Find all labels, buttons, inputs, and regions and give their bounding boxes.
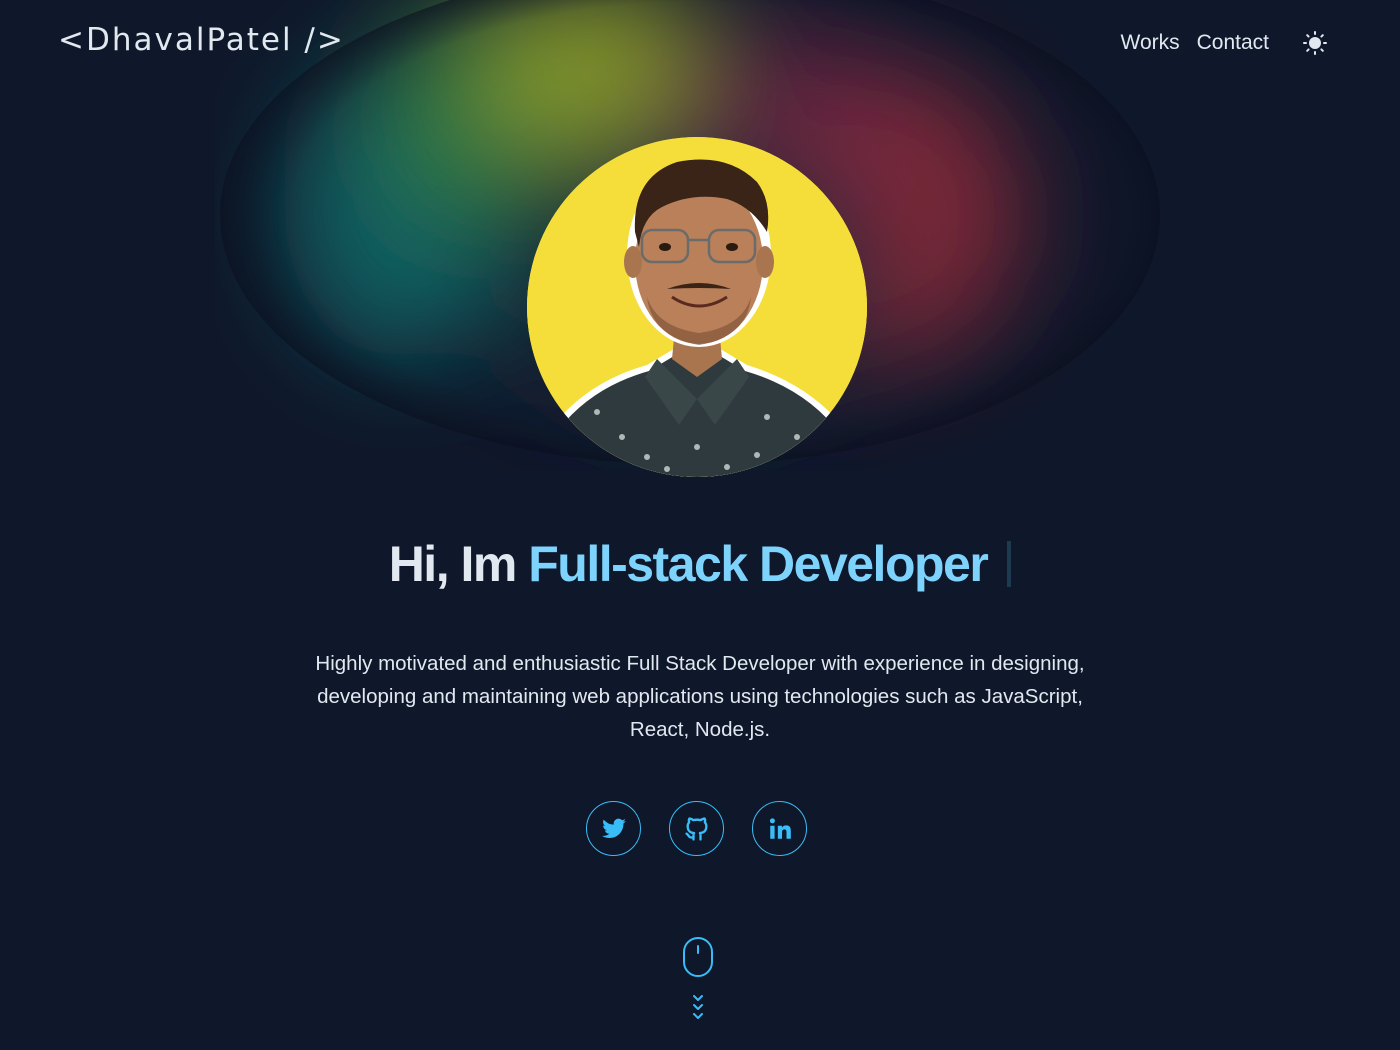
social-links [586, 801, 807, 856]
sun-icon [1303, 31, 1327, 55]
github-link[interactable] [669, 801, 724, 856]
github-icon [684, 816, 707, 841]
linkedin-icon [769, 817, 791, 839]
hero-bio: Highly motivated and enthusiastic Full S… [315, 652, 1085, 741]
nav-link-contact[interactable]: Contact [1197, 31, 1269, 55]
linkedin-link[interactable] [752, 801, 807, 856]
site-header: <DhavalPatel /> Works Contact [0, 0, 1400, 88]
profile-avatar [527, 137, 867, 477]
twitter-link[interactable] [586, 801, 641, 856]
scroll-down-indicator[interactable] [682, 936, 714, 1028]
twitter-icon [601, 818, 626, 838]
hero-headline: Hi, Im Full-stack Developer [0, 535, 1400, 593]
hero-greeting: Hi, Im [388, 536, 529, 592]
typing-cursor [1007, 541, 1012, 587]
theme-toggle-button[interactable] [1300, 28, 1330, 58]
hero-role: Full-stack Developer [528, 536, 989, 592]
main-nav: Works Contact [1121, 28, 1331, 58]
site-logo[interactable]: <DhavalPatel /> [58, 22, 345, 58]
mouse-scroll-icon [683, 937, 713, 1019]
profile-photo [527, 137, 867, 477]
nav-link-works[interactable]: Works [1121, 31, 1180, 55]
